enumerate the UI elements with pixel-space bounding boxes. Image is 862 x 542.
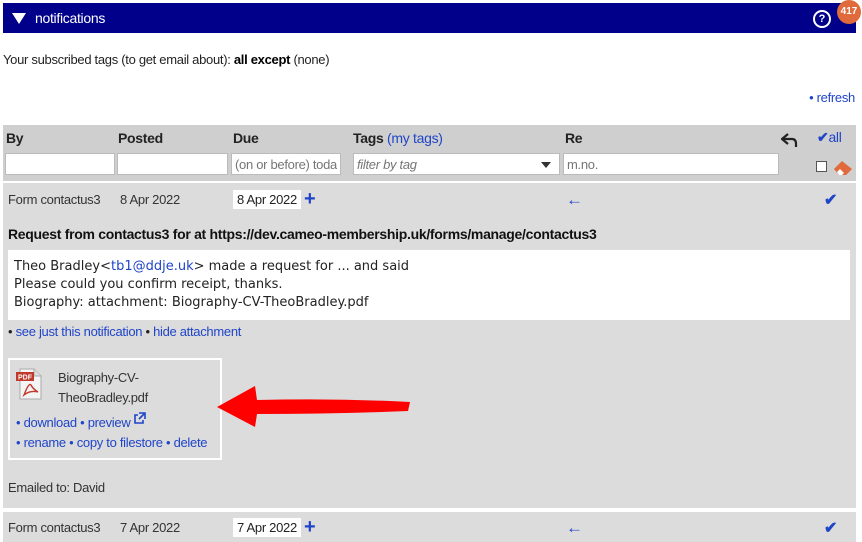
notification-2-left-arrow-icon[interactable]: ←	[566, 518, 583, 538]
delete-link[interactable]: delete	[174, 435, 208, 450]
column-re[interactable]: Re	[565, 130, 583, 146]
subs-mode: all except	[233, 52, 291, 67]
add-plus-icon[interactable]: +	[304, 188, 316, 211]
filter-re-input[interactable]	[563, 153, 779, 175]
rename-link[interactable]: rename	[24, 435, 67, 450]
done-check-icon[interactable]: ✔	[824, 190, 837, 210]
attachment-actions-2: • rename • copy to filestore • delete	[16, 435, 208, 450]
notification-2-posted: 7 Apr 2022	[120, 520, 180, 535]
notification-2-check-icon[interactable]: ✔	[824, 518, 837, 538]
subs-suffix: (none)	[290, 52, 330, 67]
help-icon[interactable]: ?	[813, 10, 831, 28]
column-tags: Tags (my tags)	[353, 130, 443, 146]
red-annotation-arrow	[217, 386, 410, 427]
message-line-1: Theo Bradley<tb1@ddje.uk> made a request…	[14, 259, 410, 274]
attachment-actions-1: • download • preview	[16, 412, 146, 430]
svg-text:PDF: PDF	[18, 375, 33, 382]
tags-dropdown-caret-icon[interactable]	[541, 162, 551, 168]
notification-2-by: Form contactus3	[8, 520, 101, 535]
column-tags-label[interactable]: Tags	[353, 130, 384, 146]
notification-title: Request from contactus3 for at https://d…	[8, 226, 597, 242]
notification-due[interactable]: 8 Apr 2022	[233, 190, 301, 209]
copy-to-filestore-link[interactable]: copy to filestore	[77, 435, 163, 450]
select-all-link[interactable]: all	[828, 129, 841, 145]
collapse-triangle-icon[interactable]	[12, 12, 26, 24]
message-sender: Theo Bradley	[14, 259, 101, 274]
see-just-this-notification-link[interactable]: see just this notification	[16, 324, 143, 339]
eraser-icon[interactable]	[832, 158, 854, 176]
column-posted[interactable]: Posted	[118, 130, 163, 146]
external-link-icon[interactable]	[133, 412, 146, 424]
reply-arrow-icon[interactable]	[781, 132, 799, 148]
notification-message: Theo Bradley<tb1@ddje.uk> made a request…	[8, 250, 850, 320]
filter-tags-input[interactable]	[353, 153, 560, 175]
notification-by: Form contactus3	[8, 192, 101, 207]
attachment-filename: Biography-CV- TheoBradley.pdf	[58, 368, 148, 408]
hide-attachment-link[interactable]: hide attachment	[153, 324, 241, 339]
header-title: notifications	[35, 10, 106, 26]
filter-due-input[interactable]	[231, 153, 341, 175]
my-tags-link[interactable]: (my tags)	[387, 130, 443, 146]
attachment-filename-line-1: Biography-CV-	[58, 370, 139, 385]
preview-link[interactable]: preview	[88, 415, 131, 430]
refresh-link[interactable]: • refresh	[809, 90, 855, 105]
left-arrow-icon[interactable]: ←	[566, 190, 583, 210]
notification-links: • see just this notification • hide atta…	[8, 324, 242, 339]
pdf-file-icon[interactable]: PDF	[16, 368, 42, 400]
column-by[interactable]: By	[6, 130, 24, 146]
sender-email-link[interactable]: tb1@ddje.uk	[111, 259, 194, 274]
notification-posted: 8 Apr 2022	[120, 192, 180, 207]
subs-prefix: Your subscribed tags (to get email about…	[3, 52, 234, 67]
filter-posted-input[interactable]	[117, 153, 228, 175]
subscribed-tags-text: Your subscribed tags (to get email about…	[3, 52, 330, 67]
column-due[interactable]: Due	[233, 130, 259, 146]
emailed-to: Emailed to: David	[8, 480, 105, 495]
notifications-header[interactable]: notifications ?	[3, 3, 856, 33]
check-all-icon[interactable]: ✔	[817, 129, 829, 145]
select-all-checkbox[interactable]	[816, 161, 827, 172]
notification-2-plus-icon[interactable]: +	[304, 516, 316, 539]
attachment-box: PDF Biography-CV- TheoBradley.pdf • down…	[8, 358, 222, 460]
notification-count-badge: 417	[837, 0, 861, 24]
download-link[interactable]: download	[24, 415, 78, 430]
filter-by-input[interactable]	[5, 153, 115, 175]
attachment-filename-line-2: TheoBradley.pdf	[58, 390, 148, 405]
message-line-3: Biography: attachment: Biography-CV-Theo…	[14, 295, 369, 310]
message-line-1-rest: made a request for ... and said	[204, 259, 410, 274]
notifications-table-header: By Posted Due Tags (my tags) Re ✔all	[3, 125, 856, 181]
notification-2-due[interactable]: 7 Apr 2022	[233, 518, 301, 537]
message-line-2: Please could you confirm receipt, thanks…	[14, 277, 283, 292]
select-all[interactable]: ✔all	[817, 129, 842, 146]
